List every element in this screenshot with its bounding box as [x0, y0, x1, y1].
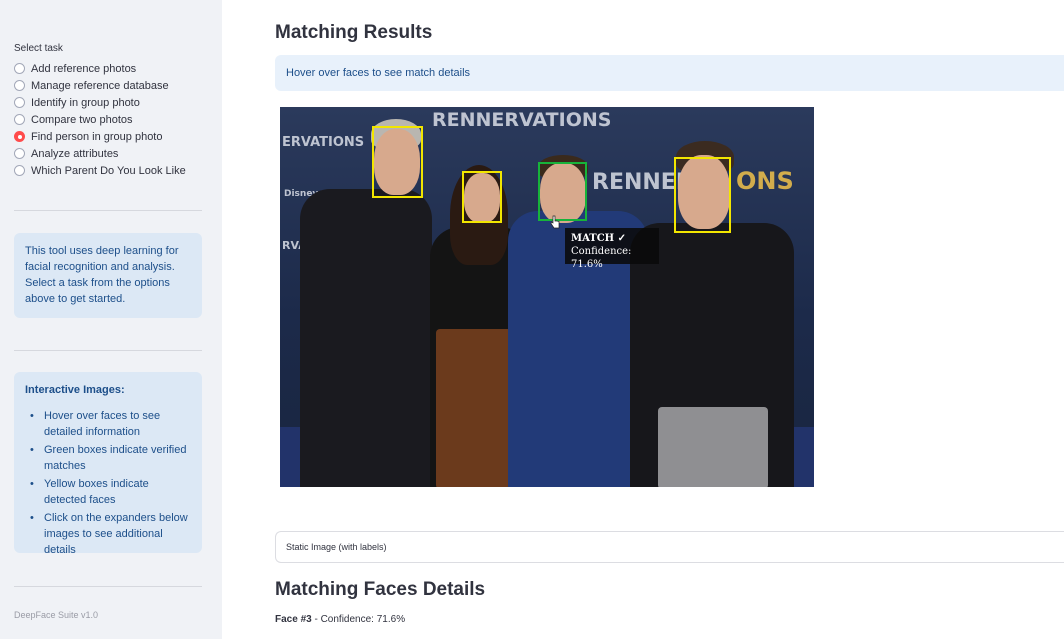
- sidebar-info-text: This tool uses deep learning for facial …: [25, 245, 179, 305]
- backdrop-text: ONS: [736, 167, 794, 195]
- task-option-identify-in-group-photo[interactable]: Identify in group photo: [14, 94, 186, 111]
- task-option-which-parent[interactable]: Which Parent Do You Look Like: [14, 162, 186, 179]
- tooltip-confidence: Confidence: 71.6%: [571, 246, 632, 270]
- sidebar-divider: [14, 586, 202, 587]
- face-tooltip: MATCH ✓ Confidence: 71.6%: [565, 228, 659, 270]
- app-root: Select task Add reference photos Manage …: [0, 0, 1064, 639]
- expander-label: Static Image (with labels): [286, 542, 387, 552]
- task-option-label: Manage reference database: [31, 79, 169, 92]
- select-task-label: Select task: [14, 43, 63, 54]
- face-box-detected[interactable]: [372, 126, 423, 198]
- interactive-images-box: Interactive Images: Hover over faces to …: [14, 372, 202, 556]
- task-option-label: Find person in group photo: [31, 130, 163, 143]
- face-detail-row: Face #3 - Confidence: 71.6%: [275, 614, 405, 625]
- version-label: DeepFace Suite v1.0: [14, 610, 99, 620]
- task-radio-group: Add reference photos Manage reference da…: [14, 60, 186, 179]
- radio-icon[interactable]: [14, 148, 25, 159]
- interactive-images-title: Interactive Images:: [25, 384, 125, 396]
- interactive-images-list: Hover over faces to see detailed informa…: [25, 408, 191, 558]
- person-body: [300, 189, 432, 487]
- list-item: Green boxes indicate verified matches: [25, 442, 191, 474]
- list-item: Hover over faces to see detailed informa…: [25, 408, 191, 440]
- radio-icon[interactable]: [14, 165, 25, 176]
- details-title: Matching Faces Details: [275, 579, 486, 600]
- sidebar: Select task Add reference photos Manage …: [0, 0, 222, 639]
- list-item: Yellow boxes indicate detected faces: [25, 476, 191, 508]
- info-alert-text: Hover over faces to see match details: [286, 67, 471, 79]
- backdrop-text: RENNERVATIONS: [432, 109, 612, 131]
- radio-selected-icon[interactable]: [14, 131, 25, 142]
- radio-icon[interactable]: [14, 97, 25, 108]
- backdrop-text: ERVATIONS: [282, 135, 365, 150]
- sidebar-info-box: This tool uses deep learning for facial …: [14, 233, 202, 318]
- task-option-analyze-attributes[interactable]: Analyze attributes: [14, 145, 186, 162]
- group-photo[interactable]: RENNERVATIONS RENNER ONS ERVATIONS Disne…: [280, 107, 814, 487]
- task-option-compare-two-photos[interactable]: Compare two photos: [14, 111, 186, 128]
- face-confidence: - Confidence: 71.6%: [311, 614, 406, 625]
- face-box-match[interactable]: [538, 162, 587, 221]
- task-option-label: Identify in group photo: [31, 96, 140, 109]
- face-label: Face #3: [275, 614, 312, 625]
- main-content: Matching Results Hover over faces to see…: [222, 0, 1064, 639]
- radio-icon[interactable]: [14, 63, 25, 74]
- page-title: Matching Results: [275, 22, 433, 43]
- tooltip-title: MATCH ✓: [571, 233, 626, 244]
- task-option-add-reference-photos[interactable]: Add reference photos: [14, 60, 186, 77]
- list-item: Click on the expanders below images to s…: [25, 510, 191, 558]
- hand-cursor-icon: [550, 215, 560, 229]
- task-option-label: Which Parent Do You Look Like: [31, 164, 186, 177]
- info-alert: Hover over faces to see match details: [275, 55, 1064, 91]
- sidebar-divider: [14, 350, 202, 351]
- sidebar-divider: [14, 210, 202, 211]
- task-option-label: Analyze attributes: [31, 147, 119, 160]
- radio-icon[interactable]: [14, 80, 25, 91]
- task-option-manage-reference-database[interactable]: Manage reference database: [14, 77, 186, 94]
- face-box-detected[interactable]: [462, 171, 502, 223]
- person-trousers: [658, 407, 768, 487]
- task-option-label: Compare two photos: [31, 113, 133, 126]
- task-option-find-person-in-group-photo[interactable]: Find person in group photo: [14, 128, 186, 145]
- radio-icon[interactable]: [14, 114, 25, 125]
- task-option-label: Add reference photos: [31, 62, 137, 75]
- static-image-expander[interactable]: Static Image (with labels): [275, 531, 1064, 563]
- face-box-detected[interactable]: [674, 157, 731, 233]
